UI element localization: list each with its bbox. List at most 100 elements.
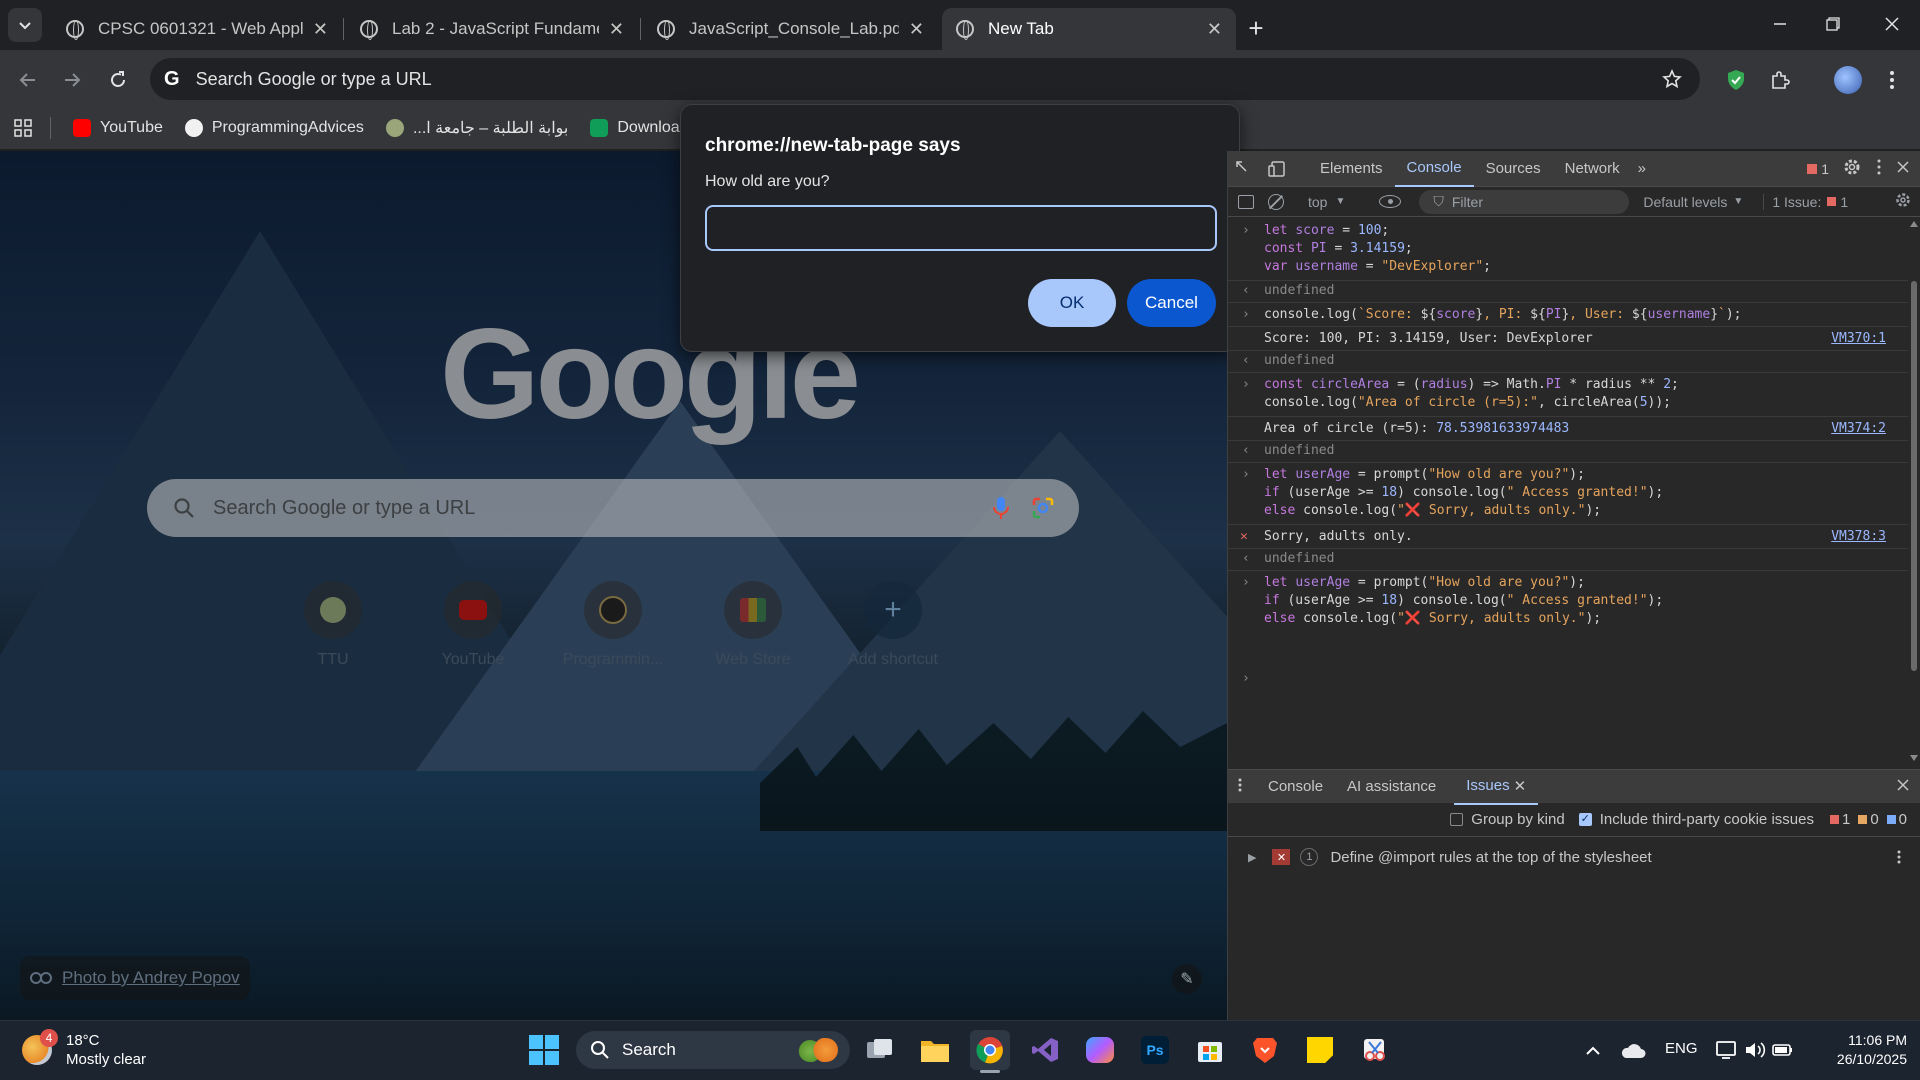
minimize-button[interactable] — [1760, 12, 1800, 36]
source-link[interactable]: VM378:3 — [1831, 528, 1886, 547]
drawer-tab-ai-assistance[interactable]: AI assistance — [1335, 769, 1448, 805]
brave-button[interactable] — [1245, 1030, 1285, 1070]
issues-button[interactable]: 1 Issue: 1 — [1763, 193, 1848, 210]
drawer-close-button[interactable] — [1897, 778, 1909, 795]
battery-button[interactable] — [1772, 1040, 1794, 1060]
google-lens-icon[interactable] — [1031, 496, 1055, 520]
close-icon[interactable]: ✕ — [1207, 19, 1222, 40]
cancel-button[interactable]: Cancel — [1127, 279, 1216, 327]
shortcut-ttu[interactable]: TTU — [273, 581, 393, 669]
ntp-search-box[interactable]: Search Google or type a URL — [147, 479, 1079, 537]
menu-button[interactable] — [1880, 66, 1904, 94]
live-expression-button[interactable] — [1379, 195, 1402, 208]
dropdown-arrow-icon: ▼ — [1335, 196, 1346, 207]
language-indicator[interactable]: ENG — [1665, 1040, 1698, 1057]
photo-credit-link[interactable]: Photo by Andrey Popov — [20, 956, 250, 1000]
apps-button[interactable] — [14, 118, 32, 137]
ok-button[interactable]: OK — [1028, 279, 1116, 327]
close-icon[interactable]: ✕ — [1514, 777, 1527, 795]
sidebar-toggle[interactable] — [1238, 194, 1254, 209]
log-levels-dropdown[interactable]: Default levels ▼ — [1643, 194, 1743, 210]
device-toolbar-button[interactable] — [1260, 151, 1294, 187]
snipping-tool-button[interactable] — [1355, 1030, 1395, 1070]
address-bar[interactable]: G Search Google or type a URL — [150, 58, 1700, 100]
bookmark-student-portal[interactable]: بوابة الطلبة – جامعة ا... — [385, 118, 568, 138]
drawer-tab-console[interactable]: Console — [1256, 769, 1335, 805]
console-input-line: var username = "DevExplorer"; — [1264, 259, 1491, 274]
shortcut-programmingadvices[interactable]: Programmin... — [553, 581, 673, 669]
devtools-close-button[interactable] — [1897, 160, 1909, 177]
start-button[interactable] — [524, 1030, 564, 1070]
shortcut-youtube[interactable]: YouTube — [413, 581, 533, 669]
network-button[interactable] — [1716, 1040, 1738, 1060]
more-vert-icon[interactable] — [1897, 850, 1901, 864]
close-icon[interactable]: ✕ — [609, 19, 624, 40]
scroll-thumb[interactable] — [1911, 281, 1917, 671]
console-filter-input[interactable]: ⛉ Filter — [1419, 189, 1630, 214]
close-icon[interactable]: ✕ — [909, 19, 924, 40]
context-selector[interactable]: top ▼ — [1308, 194, 1345, 210]
console-settings-button[interactable] — [1895, 192, 1911, 211]
copilot-button[interactable] — [1080, 1030, 1120, 1070]
taskbar-search[interactable]: Search — [576, 1031, 850, 1069]
bookmark-youtube[interactable]: YouTube — [73, 118, 163, 137]
sticky-notes-button[interactable] — [1300, 1030, 1340, 1070]
third-party-checkbox[interactable]: ✓ — [1578, 813, 1592, 826]
shortcut-web-store[interactable]: Web Store — [693, 581, 813, 669]
devtools-menu-button[interactable] — [1877, 159, 1881, 179]
shortcut-add[interactable]: + Add shortcut — [833, 581, 953, 669]
more-tabs-button[interactable]: » — [1632, 151, 1652, 187]
clear-console-button[interactable] — [1268, 193, 1284, 210]
star-icon[interactable] — [1662, 69, 1682, 89]
visual-studio-button[interactable] — [1025, 1030, 1065, 1070]
tab-console[interactable]: Console — [1394, 151, 1474, 187]
customize-button[interactable]: ✎ — [1172, 964, 1202, 994]
restore-icon — [1826, 17, 1840, 31]
error-counter[interactable]: 1 — [1807, 161, 1829, 177]
inspect-element-button[interactable] — [1228, 151, 1260, 187]
tab-lab2[interactable]: Lab 2 - JavaScript Fundamental ✕ — [346, 8, 638, 50]
microphone-icon[interactable] — [993, 496, 1009, 520]
source-link[interactable]: VM374:2 — [1831, 420, 1886, 439]
close-icon[interactable]: ✕ — [313, 19, 328, 40]
tab-network[interactable]: Network — [1553, 151, 1632, 187]
drawer-menu-button[interactable] — [1238, 778, 1242, 796]
shield-extension-button[interactable] — [1722, 66, 1750, 94]
forward-button[interactable] — [56, 64, 88, 96]
volume-button[interactable] — [1744, 1040, 1766, 1060]
chrome-taskbar-button[interactable] — [970, 1030, 1010, 1073]
tab-elements[interactable]: Elements — [1308, 151, 1395, 187]
tab-search-button[interactable] — [8, 8, 42, 42]
restore-button[interactable] — [1813, 12, 1853, 36]
photoshop-button[interactable]: Ps — [1135, 1030, 1175, 1070]
prompt-input[interactable] — [705, 205, 1217, 251]
back-button[interactable] — [12, 64, 44, 96]
scroll-up-arrow[interactable] — [1910, 221, 1918, 227]
close-window-button[interactable] — [1872, 12, 1912, 36]
issue-row[interactable]: ▶ ✕ 1 Define @import rules at the top of… — [1228, 839, 1920, 875]
settings-button[interactable] — [1843, 158, 1861, 180]
weather-widget[interactable]: 4 18°C Mostly clear — [22, 1028, 146, 1072]
scroll-down-arrow[interactable] — [1910, 755, 1918, 761]
show-hidden-icons-button[interactable] — [1582, 1040, 1604, 1062]
microsoft-store-button[interactable] — [1190, 1030, 1230, 1070]
drawer-tab-issues[interactable]: Issues ✕ — [1454, 769, 1539, 805]
clock[interactable]: 11:06 PM 26/10/2025 — [1812, 1031, 1907, 1069]
source-link[interactable]: VM370:1 — [1831, 330, 1886, 349]
task-view-button[interactable] — [860, 1030, 900, 1070]
console-input-line: console.log("Area of circle (r=5):", cir… — [1264, 395, 1671, 410]
row-divider — [1228, 280, 1908, 281]
tab-sources[interactable]: Sources — [1474, 151, 1553, 187]
new-tab-button[interactable]: + — [1240, 12, 1272, 44]
group-by-kind-checkbox[interactable] — [1450, 813, 1464, 826]
reload-button[interactable] — [102, 64, 134, 96]
tab-pdf[interactable]: JavaScript_Console_Lab.pdf ✕ — [643, 8, 938, 50]
tab-new-tab[interactable]: New Tab ✕ — [942, 8, 1236, 50]
file-explorer-button[interactable] — [915, 1030, 955, 1070]
bookmark-programmingadvices[interactable]: ProgrammingAdvices — [184, 118, 364, 137]
onedrive-button[interactable] — [1620, 1042, 1646, 1060]
profile-avatar[interactable] — [1834, 66, 1862, 94]
tab-cpsc[interactable]: CPSC 0601321 - Web Applicatio ✕ — [52, 8, 342, 50]
extensions-button[interactable] — [1766, 66, 1794, 94]
globe-icon — [657, 20, 675, 40]
